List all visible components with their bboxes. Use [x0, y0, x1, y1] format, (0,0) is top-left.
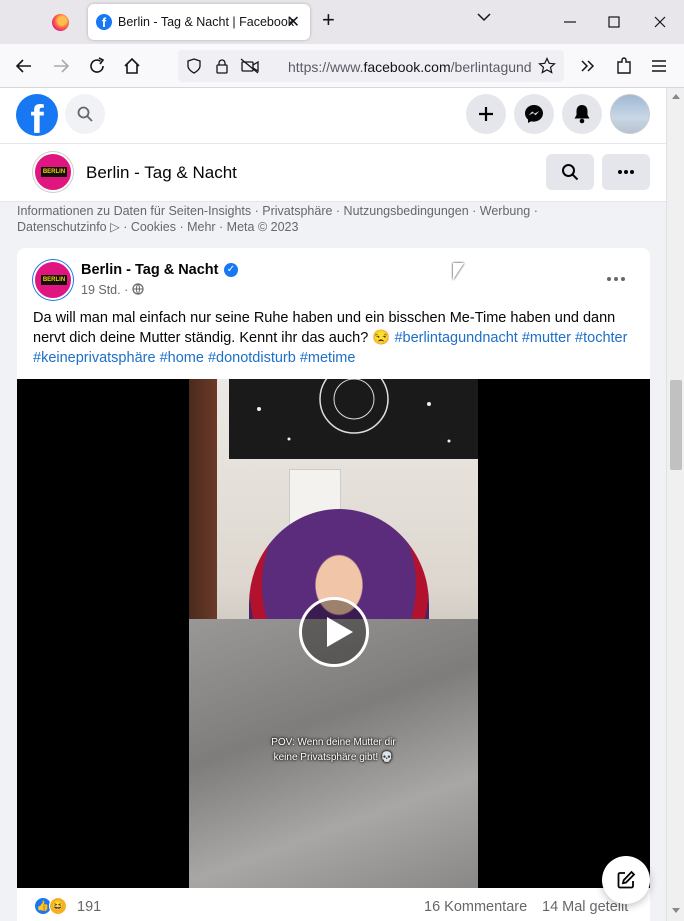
browser-tab-bar: f Berlin - Tag & Nacht | Facebook ✕ + — [0, 0, 684, 44]
mouse-cursor-icon — [453, 263, 464, 280]
post-author-avatar[interactable]: BERLIN — [33, 260, 73, 300]
hamburger-menu-icon[interactable] — [647, 54, 671, 78]
minimize-icon[interactable] — [558, 10, 582, 34]
hashtag[interactable]: #metime — [300, 350, 356, 366]
play-icon — [327, 617, 353, 647]
post-author-name[interactable]: Berlin - Tag & Nacht — [81, 262, 219, 278]
hashtag[interactable]: #keineprivatsphäre — [33, 350, 156, 366]
footer-links[interactable]: Informationen zu Daten für Seiten-Insigh… — [17, 203, 657, 235]
forward-arrow-icon[interactable] — [49, 54, 73, 78]
video-caption-line-2: keine Privatsphäre gibt! 💀 — [273, 752, 394, 763]
maximize-icon[interactable] — [602, 10, 626, 34]
hashtag[interactable]: #mutter — [522, 330, 571, 346]
shield-icon[interactable] — [186, 58, 202, 74]
reaction-count[interactable]: 191 — [77, 899, 101, 915]
chevron-down-icon[interactable] — [477, 12, 491, 22]
home-icon[interactable] — [120, 54, 144, 78]
post-text: Da will man mal einfach nur seine Ruhe h… — [33, 308, 638, 368]
messenger-button[interactable] — [514, 94, 554, 134]
extensions-puzzle-icon[interactable] — [612, 54, 636, 78]
globe-icon — [132, 283, 144, 295]
page-search-button[interactable] — [546, 154, 594, 190]
hashtag[interactable]: #donotdisturb — [208, 350, 296, 366]
video-caption-line-1: POV: Wenn deine Mutter dir — [271, 737, 396, 748]
comments-count[interactable]: 16 Kommentare — [424, 899, 527, 915]
bookmark-star-icon[interactable] — [538, 57, 556, 75]
scroll-up-icon[interactable] — [672, 94, 680, 99]
account-avatar[interactable] — [610, 94, 650, 134]
lock-icon[interactable] — [214, 58, 230, 74]
play-button[interactable] — [299, 597, 369, 667]
browser-nav-bar: https://www.facebook.com/berlintagund — [0, 44, 684, 88]
hashtag[interactable]: #home — [160, 350, 204, 366]
new-tab-button[interactable]: + — [322, 9, 335, 31]
video-player[interactable]: POV: Wenn deine Mutter dir keine Privats… — [17, 379, 650, 888]
tab-close-icon[interactable]: ✕ — [287, 12, 300, 32]
page-header: BERLIN Berlin - Tag & Nacht — [0, 144, 666, 202]
post-timestamp[interactable]: 19 Std. · — [81, 283, 128, 297]
search-icon — [77, 106, 93, 122]
search-button[interactable] — [65, 94, 105, 134]
footer-links-line-1[interactable]: Informationen zu Daten für Seiten-Insigh… — [17, 203, 657, 219]
page-more-button[interactable] — [602, 154, 650, 190]
back-arrow-icon[interactable] — [12, 54, 36, 78]
hashtag[interactable]: #tochter — [575, 330, 627, 346]
firefox-icon[interactable] — [52, 14, 69, 31]
reload-icon[interactable] — [85, 54, 109, 78]
url-text[interactable]: https://www.facebook.com/berlintagund — [288, 59, 538, 75]
post-options-icon[interactable] — [600, 263, 632, 295]
more-dots-icon — [618, 170, 634, 174]
verified-badge-icon: ✓ — [224, 263, 238, 277]
scroll-down-icon[interactable] — [672, 908, 680, 913]
tab-title: Berlin - Tag & Nacht | Facebook — [118, 15, 295, 29]
messenger-icon — [525, 105, 543, 123]
window-close-icon[interactable] — [648, 10, 672, 34]
wall-tapestry — [229, 379, 478, 459]
url-bar[interactable]: https://www.facebook.com/berlintagund — [178, 50, 564, 82]
post-stats: 👍 😆 191 16 Kommentare 14 Mal geteilt — [17, 893, 650, 921]
facebook-logo-icon[interactable]: f — [16, 94, 58, 136]
video-caption: POV: Wenn deine Mutter dir keine Privats… — [189, 735, 478, 765]
footer-links-line-2[interactable]: Datenschutzinfo ▷ · Cookies · Mehr · Met… — [17, 219, 657, 235]
overflow-chevrons-icon[interactable] — [576, 54, 600, 78]
search-icon — [562, 164, 579, 181]
plus-icon — [479, 107, 493, 121]
page-logo: BERLIN — [41, 167, 67, 177]
page-avatar[interactable]: BERLIN — [33, 152, 73, 192]
page-scrollbar[interactable] — [666, 88, 684, 921]
browser-tab[interactable]: f Berlin - Tag & Nacht | Facebook ✕ — [88, 4, 310, 40]
page-title[interactable]: Berlin - Tag & Nacht — [86, 163, 237, 183]
post-card: BERLIN Berlin - Tag & Nacht ✓ 19 Std. · … — [17, 248, 650, 921]
camera-blocked-icon[interactable] — [240, 58, 260, 74]
compose-icon — [617, 870, 636, 889]
notifications-button[interactable] — [562, 94, 602, 134]
hashtag[interactable]: #berlintagundnacht — [394, 330, 517, 346]
page-logo: BERLIN — [41, 275, 67, 285]
create-button[interactable] — [466, 94, 506, 134]
facebook-favicon-icon: f — [96, 14, 112, 30]
bell-icon — [574, 105, 590, 124]
new-message-button[interactable] — [602, 856, 650, 904]
scrollbar-thumb[interactable] — [670, 380, 682, 470]
haha-reaction-icon[interactable]: 😆 — [49, 897, 67, 915]
facebook-header: f — [0, 88, 666, 144]
